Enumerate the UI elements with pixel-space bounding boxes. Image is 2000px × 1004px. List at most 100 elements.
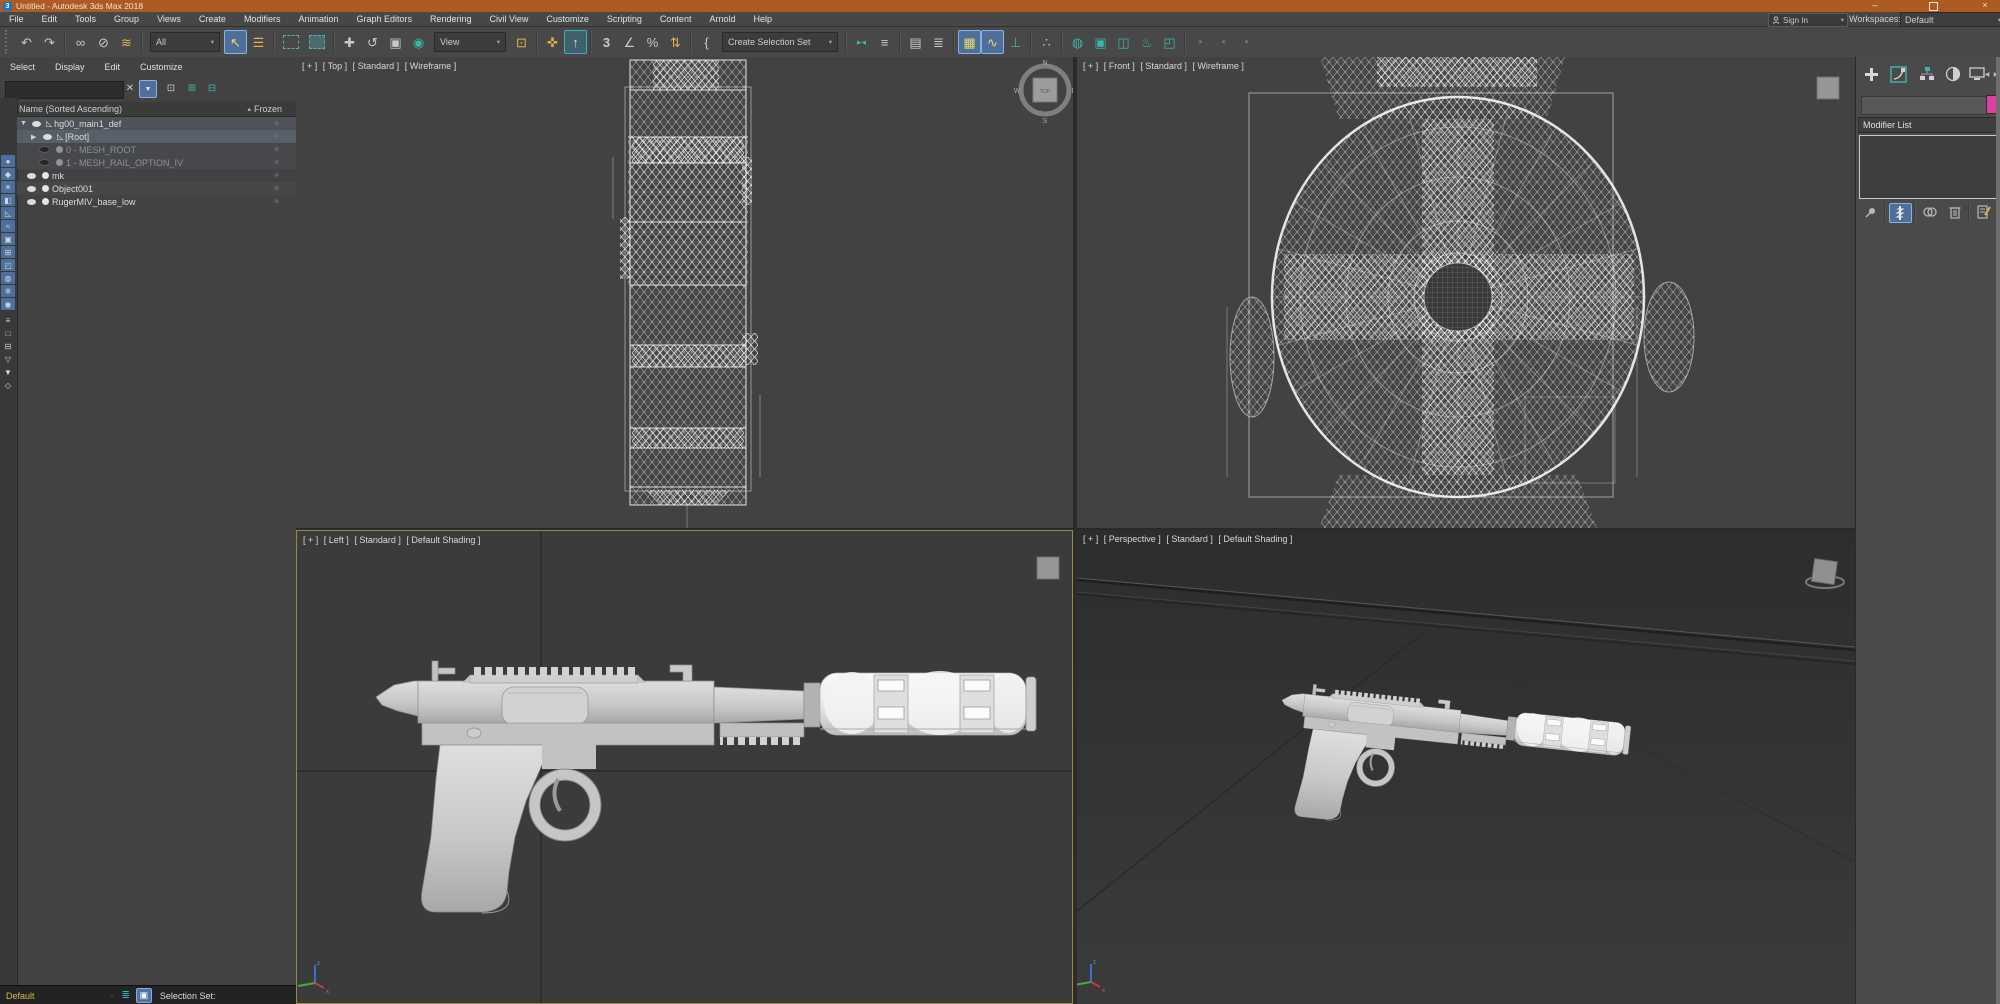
scene-node-row[interactable]: mk ✳ (17, 169, 296, 182)
modifier-stack-list[interactable] (1859, 135, 1998, 199)
lock-icon[interactable]: ⊡ (163, 80, 179, 96)
sort-ascending-icon[interactable]: ▴ (247, 105, 251, 113)
display-groups-icon[interactable]: ▣ (1, 233, 15, 245)
viewport-menu-view[interactable]: [ Perspective ] (1104, 534, 1161, 544)
render-production-button[interactable]: ♨ (1135, 30, 1158, 54)
pin-stack-button[interactable] (1860, 203, 1881, 221)
viewport-menu-view[interactable]: [ Left ] (324, 535, 349, 545)
viewport-perspective[interactable]: [ + ] [ Perspective ] [ Standard ] [ Def… (1077, 530, 1855, 1004)
snap-toggle-3d[interactable]: 3 (595, 30, 618, 54)
viewport-menu-renderer[interactable]: [ Standard ] (1140, 61, 1187, 71)
frozen-toggle-icon[interactable]: ✳ (273, 119, 280, 128)
visibility-eye-icon[interactable] (27, 199, 36, 205)
frozen-toggle-icon[interactable]: ✳ (273, 132, 280, 141)
toggle-layer-explorer-button[interactable]: ≣ (927, 30, 950, 54)
minimize-button[interactable]: – (1862, 0, 1888, 12)
edit-named-selection-sets-button[interactable]: { (695, 30, 718, 54)
viewport-menu-shading[interactable]: [ Default Shading ] (406, 535, 480, 545)
explorer-menu-customize[interactable]: Customize (130, 62, 193, 72)
menu-file[interactable]: File (0, 12, 33, 26)
frozen-toggle-icon[interactable]: ✳ (273, 197, 280, 206)
compass-west[interactable]: W (1014, 88, 1021, 95)
undo-button[interactable]: ↶ (15, 30, 38, 54)
clear-search-icon[interactable]: ✕ (122, 80, 138, 96)
viewport-menu-plus[interactable]: [ + ] (1083, 61, 1098, 71)
collapse-all-icon[interactable]: □ (1, 327, 15, 339)
dope-sheet-button[interactable]: ⊥ (1004, 30, 1027, 54)
add-to-set-icon[interactable]: ⊞ (184, 80, 200, 96)
viewport-menu-plus[interactable]: [ + ] (302, 61, 317, 71)
object-name-field[interactable] (1861, 96, 1987, 115)
percent-snap-toggle[interactable]: % (641, 30, 664, 54)
share-view-button[interactable]: ● (1235, 30, 1258, 54)
configure-modifier-sets-button[interactable] (1973, 203, 1994, 221)
mirror-button[interactable]: ▸◂ (850, 30, 873, 54)
frozen-toggle-icon[interactable]: ✳ (273, 145, 280, 154)
scene-node-row[interactable]: ▶ ◺ [Root] ✳ (17, 130, 296, 143)
viewport-menu-renderer[interactable]: [ Standard ] (353, 61, 400, 71)
spinner-snap-toggle[interactable]: ⇅ (664, 30, 687, 54)
toggle-scene-explorer-button[interactable]: ▤ (904, 30, 927, 54)
scene-node-row[interactable]: Object001 ✳ (17, 182, 296, 195)
active-layer-dropdown[interactable]: Default (6, 991, 35, 1001)
column-name-header[interactable]: Name (Sorted Ascending) (19, 104, 122, 114)
curve-editor-button[interactable]: ∿ (981, 30, 1004, 54)
select-by-name-button[interactable]: ☰ (247, 30, 270, 54)
menu-views[interactable]: Views (148, 12, 190, 26)
display-xrefs-icon[interactable]: ⊞ (1, 246, 15, 258)
select-and-link-button[interactable]: ∞ (69, 30, 92, 54)
node-label[interactable]: 0 - MESH_ROOT (66, 145, 136, 155)
explorer-menu-display[interactable]: Display (45, 62, 95, 72)
menu-modifiers[interactable]: Modifiers (235, 12, 290, 26)
visibility-eye-off-icon[interactable] (39, 146, 50, 153)
display-frozen-icon[interactable]: ❄ (1, 285, 15, 297)
viewport-menu-view[interactable]: [ Front ] (1104, 61, 1135, 71)
bind-to-spacewarp-button[interactable]: ≋ (115, 30, 138, 54)
panel-scroll-left[interactable]: ◀ (1983, 62, 1991, 86)
scene-node-row[interactable]: 0 - MESH_ROOT ✳ (17, 143, 296, 156)
viewport-menu-renderer[interactable]: [ Standard ] (1166, 534, 1213, 544)
menu-civil-view[interactable]: Civil View (481, 12, 538, 26)
menu-rendering[interactable]: Rendering (421, 12, 481, 26)
sign-in-button[interactable]: Sign In ▾ (1768, 13, 1848, 27)
render-flyout-button[interactable]: ◰ (1158, 30, 1181, 54)
angle-snap-toggle[interactable]: ∠ (618, 30, 641, 54)
panel-scrollbar[interactable] (1996, 57, 2000, 1004)
compass-south[interactable]: S (1043, 118, 1048, 125)
open-in-viewer-button[interactable]: ● (1212, 30, 1235, 54)
keyboard-shortcut-override-toggle[interactable]: ↑ (564, 30, 587, 54)
close-button[interactable]: × (1972, 0, 1998, 12)
render-in-cloud-button[interactable]: ● (1189, 30, 1212, 54)
explorer-menu-edit[interactable]: Edit (95, 62, 131, 72)
reference-coordinate-system-dropdown[interactable]: View ▾ (434, 32, 506, 52)
display-shapes-icon[interactable]: ◆ (1, 168, 15, 180)
display-geometry-icon[interactable]: ● (1, 155, 15, 167)
expander-icon[interactable]: ▶ (31, 133, 40, 141)
viewport-menu-plus[interactable]: [ + ] (1083, 534, 1098, 544)
maximize-button[interactable] (1920, 0, 1946, 12)
scene-node-row[interactable]: 1 - MESH_RAIL_OPTION_IV ✳ (17, 156, 296, 169)
viewcube-top[interactable]: TOP N E S W (1014, 60, 1073, 125)
viewport-menu-shading[interactable]: [ Default Shading ] (1218, 534, 1292, 544)
tab-create[interactable] (1858, 62, 1883, 86)
display-cameras-icon[interactable]: ◧ (1, 194, 15, 206)
menu-customize[interactable]: Customize (537, 12, 598, 26)
viewport-left[interactable]: [ + ] [ Left ] [ Standard ] [ Default Sh… (296, 530, 1073, 1004)
isolate-selection-icon[interactable]: ▣ (136, 988, 152, 1003)
app-icon[interactable]: 3 (3, 2, 12, 11)
node-label[interactable]: hg00_main1_def (54, 119, 121, 129)
viewport-front[interactable]: [ + ] [ Front ] [ Standard ] [ Wireframe… (1077, 57, 1855, 530)
use-pivot-point-button[interactable]: ⊡ (510, 30, 533, 54)
node-label[interactable]: mk (52, 171, 64, 181)
expander-icon[interactable]: ▼ (20, 120, 29, 127)
menu-content[interactable]: Content (651, 12, 701, 26)
menu-scripting[interactable]: Scripting (598, 12, 651, 26)
menu-graph-editors[interactable]: Graph Editors (347, 12, 421, 26)
window-crossing-toggle[interactable] (309, 35, 325, 49)
remove-from-set-icon[interactable]: ⊟ (204, 80, 220, 96)
viewport-menu-plus[interactable]: [ + ] (303, 535, 318, 545)
filter-icon[interactable]: ▼ (139, 80, 157, 98)
scene-node-row[interactable]: ▼ ◺ hg00_main1_def ✳ (17, 117, 296, 130)
menu-group[interactable]: Group (105, 12, 148, 26)
visibility-eye-off-icon[interactable] (39, 159, 50, 166)
